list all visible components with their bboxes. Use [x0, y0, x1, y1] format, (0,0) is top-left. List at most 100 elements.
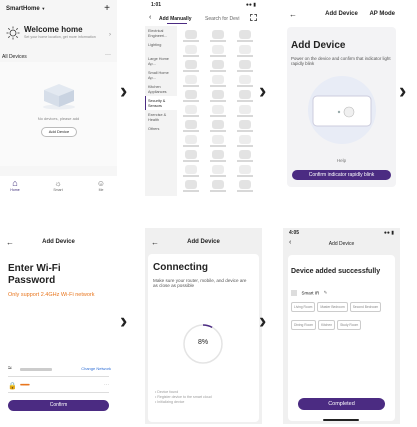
no-devices-text: No devices, please add: [37, 116, 80, 121]
chevron-down-icon: ▼: [41, 6, 46, 11]
more-icon[interactable]: ···: [105, 52, 111, 58]
category-item[interactable]: Large Home Ap...: [145, 54, 177, 68]
device-type-icon[interactable]: [239, 135, 251, 144]
progress-ring: [181, 322, 225, 371]
confirm-button[interactable]: Confirm: [8, 400, 109, 411]
room-chip[interactable]: Master Bedroom: [317, 302, 348, 312]
device-type-icon[interactable]: [212, 150, 224, 159]
device-type-caption: [210, 115, 226, 117]
confirm-blink-button[interactable]: Confirm indicator rapidly blink: [292, 170, 391, 180]
step-item: • Initializing device: [155, 400, 185, 404]
device-type-icon[interactable]: [185, 60, 197, 69]
device-type-icon[interactable]: [185, 180, 197, 189]
screen-connecting: ← Add Device Connecting Make sure your r…: [145, 228, 262, 424]
frequency-note: Only support 2.4GHz Wi-Fi network: [8, 292, 95, 298]
device-type-icon[interactable]: [239, 45, 251, 54]
device-type-caption: [183, 130, 199, 132]
help-link[interactable]: Help: [283, 158, 400, 163]
device-type-icon[interactable]: [212, 75, 224, 84]
device-type-icon[interactable]: [185, 120, 197, 129]
app-title[interactable]: SmartHome ▼: [6, 6, 45, 12]
back-icon[interactable]: ‹: [149, 14, 151, 21]
device-type-icon[interactable]: [239, 165, 251, 174]
nav-home[interactable]: ⌂ Home: [4, 179, 26, 193]
me-icon: ☺: [96, 179, 106, 188]
device-type-icon[interactable]: [239, 150, 251, 159]
completed-button[interactable]: Completed: [298, 398, 385, 410]
device-type-caption: [210, 175, 226, 177]
device-type-icon[interactable]: [239, 105, 251, 114]
device-type-icon[interactable]: [239, 90, 251, 99]
heading: Connecting: [153, 262, 208, 273]
device-type-icon[interactable]: [239, 120, 251, 129]
device-type-caption: [183, 100, 199, 102]
room-chip[interactable]: Study Room: [337, 320, 362, 330]
device-type-icon[interactable]: [239, 60, 251, 69]
chevron-right-icon[interactable]: ›: [109, 32, 111, 38]
screen-add-manually: 1:01 ●● ▮ ‹ Add Manually Search for Devi…: [145, 0, 262, 196]
room-chip[interactable]: Second Bedroom: [349, 302, 382, 312]
device-type-icon[interactable]: [185, 165, 197, 174]
category-item[interactable]: Security & Sensors: [145, 96, 177, 110]
device-type-caption: [183, 145, 199, 147]
change-network-link[interactable]: Change Network: [81, 366, 111, 371]
device-type-icon[interactable]: [185, 75, 197, 84]
category-item[interactable]: Kitchen Appliances: [145, 82, 177, 96]
status-icons: ●● ▮: [245, 2, 256, 8]
scan-icon[interactable]: [250, 14, 257, 21]
ap-mode-link[interactable]: AP Mode: [369, 11, 395, 17]
heading: Enter Wi-Fi Password: [8, 263, 61, 286]
category-item[interactable]: Small Home Ap...: [145, 68, 177, 82]
device-type-icon[interactable]: [212, 90, 224, 99]
device-type-caption: [210, 85, 226, 87]
password-input[interactable]: ••••••••: [20, 383, 30, 389]
wifi-icon: ≈: [8, 365, 12, 372]
device-type-icon[interactable]: [212, 180, 224, 189]
wifi-ssid-field[interactable]: [20, 368, 52, 371]
device-type-caption: [210, 40, 226, 42]
home-indicator: [323, 419, 359, 421]
device-type-icon[interactable]: [185, 90, 197, 99]
device-type-icon[interactable]: [185, 30, 197, 39]
category-item[interactable]: Others: [145, 124, 177, 138]
tab-search[interactable]: Search for Devi: [205, 16, 239, 22]
room-chips: Living Room Master Bedroom Second Bedroom D…: [290, 295, 394, 331]
category-item[interactable]: Lighting: [145, 40, 177, 54]
welcome-subtitle[interactable]: Set your home location, get more informa…: [24, 35, 102, 39]
room-chip[interactable]: Living Room: [291, 302, 316, 312]
nav-smart[interactable]: ☼ Smart: [47, 179, 69, 192]
device-type-icon[interactable]: [212, 135, 224, 144]
room-chip[interactable]: Dining Room: [291, 320, 317, 330]
progress-percent: 8%: [197, 339, 209, 346]
device-type-icon[interactable]: [185, 135, 197, 144]
add-device-button[interactable]: Add Device: [41, 127, 77, 137]
more-icon[interactable]: ···: [104, 382, 109, 388]
device-type-icon[interactable]: [212, 45, 224, 54]
header-title: Add Device: [187, 239, 220, 245]
device-type-icon[interactable]: [239, 180, 251, 189]
device-type-caption: [237, 175, 253, 177]
nav-me[interactable]: ☺ Me: [90, 179, 112, 192]
device-type-icon[interactable]: [212, 165, 224, 174]
device-type-icon[interactable]: [185, 150, 197, 159]
description: Make sure your router, mobile, and devic…: [153, 278, 247, 288]
content-card: [288, 255, 395, 421]
device-type-caption: [210, 160, 226, 162]
device-type-icon[interactable]: [212, 60, 224, 69]
device-type-icon[interactable]: [239, 75, 251, 84]
device-type-icon[interactable]: [212, 30, 224, 39]
device-type-icon[interactable]: [239, 30, 251, 39]
device-type-icon[interactable]: [212, 105, 224, 114]
all-devices-tab[interactable]: All Devices: [2, 54, 27, 60]
device-type-icon[interactable]: [185, 105, 197, 114]
device-type-icon[interactable]: [212, 120, 224, 129]
lock-icon: 🔒: [8, 383, 17, 390]
room-chip[interactable]: Kitchen: [318, 320, 336, 330]
device-type-icon[interactable]: [185, 45, 197, 54]
device-grid: [179, 26, 262, 196]
category-item[interactable]: Electrical Engineeri...: [145, 26, 177, 40]
category-item[interactable]: Exercise & Health: [145, 110, 177, 124]
add-icon[interactable]: +: [104, 3, 110, 14]
tab-add-manually[interactable]: Add Manually: [159, 16, 192, 22]
status-time: 4:05: [289, 230, 300, 236]
